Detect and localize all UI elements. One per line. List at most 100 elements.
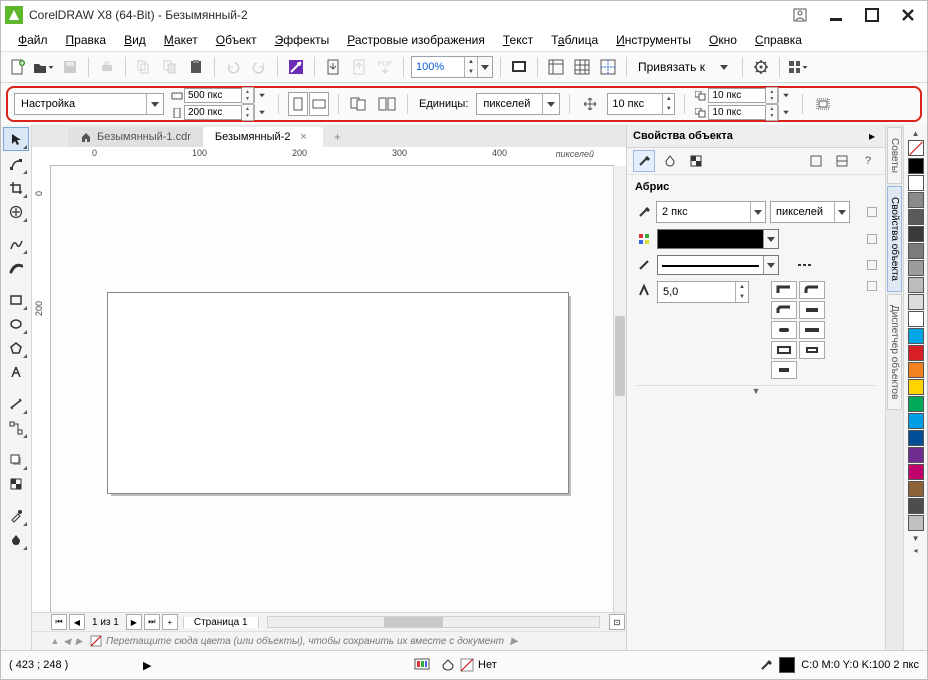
import-button[interactable]	[322, 56, 344, 78]
page-width-input[interactable]	[184, 88, 242, 103]
save-button[interactable]	[59, 56, 81, 78]
row-expand-3[interactable]	[867, 260, 877, 270]
interactive-fill-tool[interactable]	[4, 529, 28, 551]
page-prev-button[interactable]: ◀	[69, 614, 85, 630]
page-width-spin[interactable]: ▲▼	[242, 87, 254, 104]
menu-file[interactable]: Файл	[9, 31, 57, 49]
vertical-scrollbar[interactable]	[613, 166, 626, 612]
portrait-button[interactable]	[288, 92, 308, 116]
menu-effects[interactable]: Эффекты	[266, 31, 339, 49]
swatch-2[interactable]	[908, 192, 924, 208]
horizontal-ruler[interactable]: 0 100 200 300 400 пикселей	[50, 147, 614, 166]
menu-view[interactable]: Вид	[115, 31, 155, 49]
swatch-12[interactable]	[908, 362, 924, 378]
open-button[interactable]	[33, 56, 55, 78]
crop-tool[interactable]	[4, 177, 28, 199]
doc-tab-1[interactable]: Безымянный-1.cdr	[68, 127, 203, 147]
fullscreen-preview-button[interactable]	[508, 56, 530, 78]
fill-indicator[interactable]: Нет	[440, 658, 497, 672]
current-page-button[interactable]	[376, 93, 398, 115]
ellipse-tool[interactable]	[4, 313, 28, 335]
swatch-10[interactable]	[908, 328, 924, 344]
swatch-7[interactable]	[908, 277, 924, 293]
artistic-media-tool[interactable]	[4, 257, 28, 279]
redo-button[interactable]	[248, 56, 270, 78]
paste-button[interactable]	[185, 56, 207, 78]
treat-as-filled-button[interactable]	[812, 93, 834, 115]
zoom-tool[interactable]	[4, 201, 28, 223]
show-guides-button[interactable]	[597, 56, 619, 78]
outline-color-well[interactable]	[657, 229, 779, 249]
swatch-13[interactable]	[908, 379, 924, 395]
page-height-input[interactable]	[184, 105, 242, 120]
rectangle-tool[interactable]	[4, 289, 28, 311]
menu-edit[interactable]: Правка	[57, 31, 116, 49]
docker-help-button[interactable]: ?	[857, 150, 879, 172]
swatch-1[interactable]	[908, 175, 924, 191]
swatch-21[interactable]	[908, 515, 924, 531]
cut-button[interactable]	[133, 56, 155, 78]
swatch-8[interactable]	[908, 294, 924, 310]
outline-unit-combo[interactable]: пикселей	[770, 201, 850, 223]
status-play-button[interactable]: ▶	[143, 659, 151, 672]
export-button[interactable]	[348, 56, 370, 78]
zoom-dropdown[interactable]	[477, 57, 492, 77]
corner-round[interactable]	[799, 281, 825, 299]
eyedropper-tool[interactable]	[4, 505, 28, 527]
row-expand-4[interactable]	[867, 281, 877, 291]
color-proof-icon[interactable]	[414, 658, 430, 673]
print-button[interactable]	[96, 56, 118, 78]
menu-tools[interactable]: Инструменты	[607, 31, 700, 49]
zoom-input[interactable]	[412, 58, 464, 76]
pick-tool[interactable]	[3, 127, 29, 151]
text-tool[interactable]	[4, 361, 28, 383]
zoom-spin[interactable]: ▲▼	[464, 57, 477, 77]
user-icon[interactable]	[791, 6, 809, 24]
swatch-3[interactable]	[908, 209, 924, 225]
vertical-ruler[interactable]: 0 200	[32, 166, 51, 612]
transparency-tool[interactable]	[4, 473, 28, 495]
show-rulers-button[interactable]	[545, 56, 567, 78]
dup-x-input[interactable]	[708, 88, 766, 103]
row-expand-1[interactable]	[867, 207, 877, 217]
outline-width-combo[interactable]: 2 пкс	[656, 201, 766, 223]
undo-button[interactable]	[222, 56, 244, 78]
palette-flyout[interactable]: ◂	[908, 544, 924, 556]
palette-scroll-up[interactable]: ▲	[908, 127, 924, 139]
swatch-6[interactable]	[908, 260, 924, 276]
swatch-0[interactable]	[908, 158, 924, 174]
object-properties-docker-tab[interactable]: Свойства объекта	[887, 186, 902, 292]
new-button[interactable]	[7, 56, 29, 78]
connector-tool[interactable]	[4, 417, 28, 439]
menu-layout[interactable]: Макет	[155, 31, 207, 49]
page-preset-combo[interactable]: Настройка	[14, 93, 164, 115]
corner-miter[interactable]	[771, 281, 797, 299]
docker-collapse-handle[interactable]: ▼	[635, 385, 877, 396]
swatch-nofill[interactable]	[908, 140, 924, 156]
pos-center[interactable]	[799, 341, 825, 359]
all-pages-button[interactable]	[348, 93, 370, 115]
options-button[interactable]	[750, 56, 772, 78]
page-first-button[interactable]: ⏮	[51, 614, 67, 630]
swatch-18[interactable]	[908, 464, 924, 480]
freehand-tool[interactable]	[4, 233, 28, 255]
object-manager-docker-tab[interactable]: Диспетчер объектов	[887, 294, 902, 410]
docker-mode2-button[interactable]	[831, 150, 853, 172]
horizontal-scrollbar[interactable]	[267, 616, 600, 628]
hints-docker-tab[interactable]: Советы	[887, 127, 902, 184]
minimize-button[interactable]	[827, 6, 845, 24]
drawing-canvas[interactable]	[51, 166, 613, 612]
doc-tab-2[interactable]: Безымянный-2 ×	[203, 127, 324, 147]
document-palette-bar[interactable]: ▲◀▶ Перетащите сюда цвета (или объекты),…	[32, 631, 626, 650]
docker-mode1-button[interactable]	[805, 150, 827, 172]
zoom-field[interactable]: ▲▼	[411, 56, 493, 78]
parallel-dimension-tool[interactable]	[4, 393, 28, 415]
navigator-button[interactable]: ⊡	[609, 614, 625, 630]
swatch-5[interactable]	[908, 243, 924, 259]
fill-tab[interactable]	[659, 150, 681, 172]
shape-tool[interactable]	[4, 153, 28, 175]
page-add-button[interactable]: +	[162, 614, 178, 630]
swatch-17[interactable]	[908, 447, 924, 463]
page-height-spin[interactable]: ▲▼	[242, 104, 254, 121]
nudge-field[interactable]: ▲▼	[607, 93, 675, 115]
